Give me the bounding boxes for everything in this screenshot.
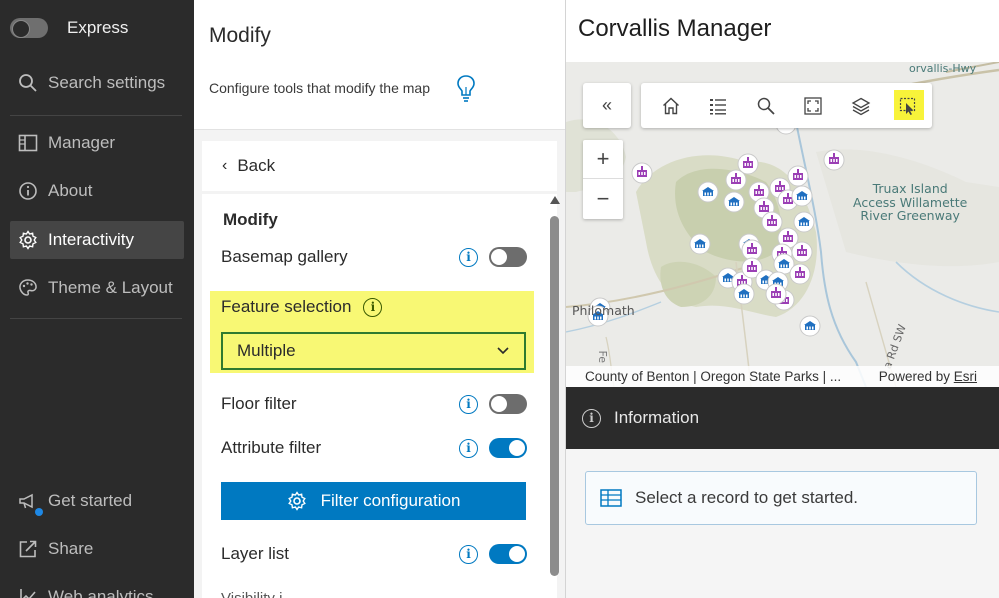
select-features-button[interactable] — [885, 83, 933, 128]
basemap-gallery-toggle[interactable] — [489, 247, 527, 267]
collapse-toolbar-button[interactable]: « — [583, 83, 631, 128]
map-view[interactable]: orvallis-Hwy Truax Island Access Willame… — [566, 62, 999, 387]
section-title: Modify — [223, 210, 278, 229]
feature-selection-value: Multiple — [237, 341, 296, 360]
map-toolbar — [641, 83, 932, 128]
layer-list-label: Layer list — [221, 544, 290, 563]
information-panel-header[interactable]: i Information — [566, 387, 999, 449]
analytics-icon — [20, 589, 36, 598]
panel-scrollbar[interactable] — [549, 196, 561, 598]
attribute-filter-label: Attribute filter — [221, 438, 322, 457]
zoom-control: + − — [583, 140, 623, 219]
record-hint: Select a record to get started. — [635, 488, 859, 507]
info-icon[interactable]: i — [459, 394, 478, 414]
fullscreen-button[interactable] — [790, 83, 838, 128]
nav-item-interactivity[interactable]: Interactivity — [10, 221, 184, 259]
back-label: Back — [237, 156, 276, 175]
share-icon — [19, 540, 37, 558]
app-title: Corvallis Manager — [578, 15, 772, 42]
back-button[interactable]: ‹ Back — [202, 141, 557, 191]
information-label: Information — [614, 408, 700, 427]
info-icon — [19, 182, 37, 200]
express-label: Express — [67, 18, 129, 37]
palette-icon — [19, 279, 37, 296]
app-preview: Corvallis Manager orvallis-Hwy Truax Isl… — [566, 0, 999, 598]
scroll-thumb[interactable] — [550, 216, 559, 576]
filter-configuration-label: Filter configuration — [320, 491, 461, 510]
list-icon — [710, 98, 727, 114]
attribute-filter-row: Attribute filter i — [221, 434, 527, 462]
nav-divider — [10, 115, 182, 116]
powered-by: Powered by Esri — [878, 369, 977, 384]
filter-configuration-button[interactable]: Filter configuration — [221, 482, 526, 520]
settings-nav: Express Search settings Manager About In… — [0, 0, 194, 598]
nav-item-share[interactable]: Share — [10, 530, 184, 568]
esri-link[interactable]: Esri — [954, 369, 977, 384]
map-attribution: County of Benton | Oregon State Parks | … — [566, 366, 999, 387]
feature-selection-label: Feature selection — [221, 297, 352, 316]
nav-item-search-settings[interactable]: Search settings — [10, 64, 184, 102]
map-label-road: Fe — [596, 350, 609, 364]
gear-icon — [287, 491, 306, 511]
home-icon — [662, 97, 679, 114]
express-toggle[interactable] — [10, 18, 48, 38]
basemap-gallery-label: Basemap gallery — [221, 247, 348, 266]
search-icon — [19, 74, 37, 92]
map-label-philomath: Philomath — [572, 303, 635, 318]
basemap-gallery-row: Basemap gallery i — [221, 243, 527, 271]
express-toggle-row[interactable]: Express — [10, 18, 128, 38]
search-button[interactable] — [742, 83, 790, 128]
floor-filter-label: Floor filter — [221, 394, 297, 413]
truncated-row-label: Visibility i... — [221, 590, 295, 598]
info-icon: i — [582, 408, 601, 428]
gear-icon — [19, 230, 37, 250]
home-button[interactable] — [647, 83, 695, 128]
feature-selection-label-row: Feature selection i — [221, 297, 383, 317]
info-icon[interactable]: i — [363, 297, 383, 317]
layers-icon — [851, 97, 871, 115]
lightbulb-icon[interactable] — [456, 74, 476, 104]
chevron-down-icon — [497, 347, 509, 355]
map-label-highway: orvallis-Hwy — [909, 62, 977, 75]
zoom-out-button[interactable]: − — [583, 179, 623, 218]
chevron-left-icon: ‹ — [222, 157, 228, 174]
attribution-text: County of Benton | Oregon State Parks | … — [585, 369, 842, 384]
fullscreen-icon — [804, 96, 822, 115]
search-icon — [757, 97, 775, 115]
zoom-in-button[interactable]: + — [583, 140, 623, 179]
layers-button[interactable] — [837, 83, 885, 128]
info-icon[interactable]: i — [459, 438, 478, 458]
feature-selection-select[interactable]: Multiple — [221, 332, 526, 370]
floor-filter-row: Floor filter i — [221, 390, 527, 418]
nav-item-theme-layout[interactable]: Theme & Layout — [10, 269, 184, 307]
legend-button[interactable] — [695, 83, 743, 128]
nav-item-manager[interactable]: Manager — [10, 124, 184, 162]
select-features-icon — [900, 97, 916, 115]
info-icon[interactable]: i — [459, 247, 478, 267]
app-header: Corvallis Manager — [566, 0, 999, 62]
layer-list-row: Layer list i — [221, 540, 527, 568]
modify-form: Modify Basemap gallery i Feature selecti… — [202, 194, 557, 598]
nav-divider — [10, 318, 182, 319]
panel-header: Modify Configure tools that modify the m… — [194, 0, 565, 130]
table-icon — [600, 489, 622, 507]
config-panel: Modify Configure tools that modify the m… — [194, 0, 566, 598]
nav-item-web-analytics[interactable]: Web analytics — [10, 578, 184, 598]
layout-icon — [18, 134, 38, 152]
megaphone-icon — [19, 493, 33, 509]
map-label-truax: Truax Island Access Willamette River Gre… — [853, 181, 968, 223]
notification-dot — [35, 508, 43, 516]
panel-title: Modify — [209, 24, 271, 47]
record-placeholder: Select a record to get started. — [585, 471, 977, 525]
nav-item-about[interactable]: About — [10, 172, 184, 210]
panel-description: Configure tools that modify the map — [209, 80, 431, 96]
info-icon[interactable]: i — [459, 544, 478, 564]
layer-list-toggle[interactable] — [489, 544, 527, 564]
attribute-filter-toggle[interactable] — [489, 438, 527, 458]
scroll-up-arrow[interactable] — [550, 196, 560, 204]
floor-filter-toggle[interactable] — [489, 394, 527, 414]
